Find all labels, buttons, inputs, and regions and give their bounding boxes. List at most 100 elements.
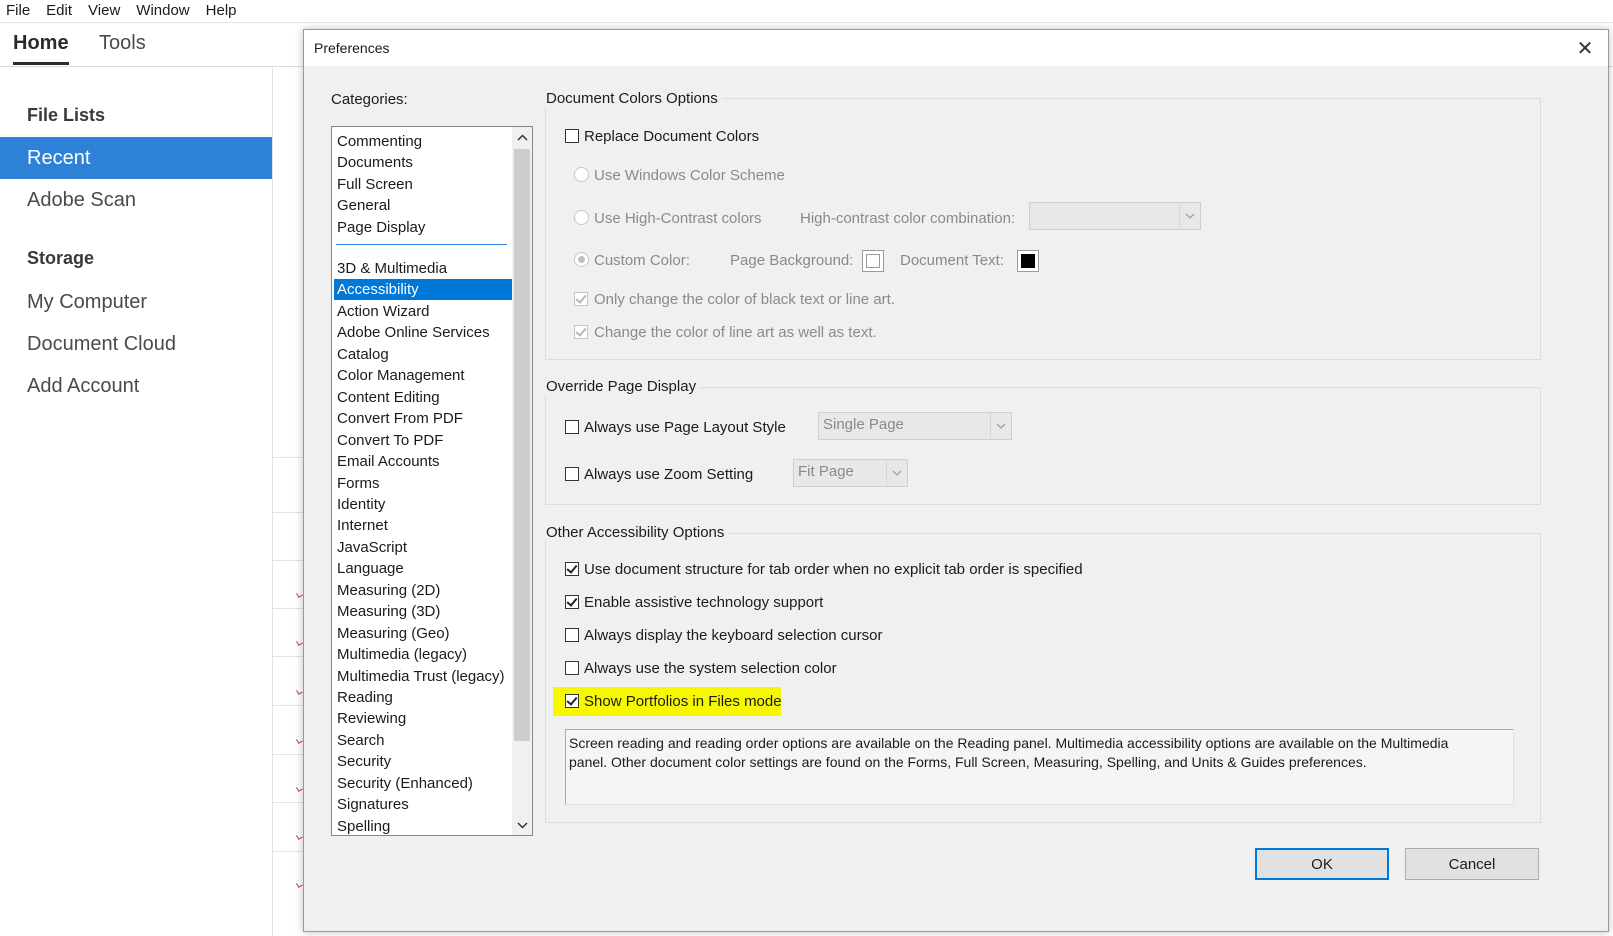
override-page-display-title: Override Page Display [542, 378, 701, 395]
category-item[interactable]: Action Wizard [334, 301, 512, 322]
sidebar-item-adobe-scan[interactable]: Adobe Scan [0, 179, 272, 221]
system-color-label: Always use the system selection color [584, 660, 837, 677]
other-accessibility-title: Other Accessibility Options [542, 524, 729, 541]
category-item[interactable]: Adobe Online Services [334, 322, 512, 343]
category-item[interactable]: Full Screen [334, 174, 512, 195]
category-item[interactable]: Spelling [334, 816, 512, 835]
preferences-dialog: Preferences ✕ Categories: Commenting Docu… [303, 29, 1609, 932]
menu-help[interactable]: Help [206, 0, 237, 22]
tab-tools[interactable]: Tools [99, 31, 146, 55]
windows-scheme-label: Use Windows Color Scheme [594, 167, 785, 184]
category-item[interactable]: Page Display [334, 217, 512, 238]
sidebar-item-add-account[interactable]: Add Account [0, 365, 272, 407]
chevron-up-icon [516, 133, 528, 141]
category-item[interactable]: Multimedia (legacy) [334, 644, 512, 665]
category-item[interactable]: Content Editing [334, 387, 512, 408]
category-item[interactable]: Measuring (3D) [334, 601, 512, 622]
high-contrast-combo-label: High-contrast color combination: [800, 210, 1016, 227]
category-item[interactable]: Identity [334, 494, 512, 515]
ok-button[interactable]: OK [1255, 848, 1389, 880]
zoom-setting-value: Fit Page [798, 463, 854, 480]
page-background-swatch[interactable] [862, 250, 884, 272]
document-colors-title: Document Colors Options [542, 90, 722, 107]
check-icon [566, 694, 578, 706]
custom-color-radio[interactable] [574, 252, 589, 267]
page-layout-combo[interactable]: Single Page [818, 412, 1012, 440]
category-item[interactable]: Reviewing [334, 708, 512, 729]
cancel-button[interactable]: Cancel [1405, 848, 1539, 880]
high-contrast-label: Use High-Contrast colors [594, 210, 762, 227]
document-text-swatch[interactable] [1017, 250, 1039, 272]
category-item[interactable]: Signatures [334, 794, 512, 815]
assistive-tech-checkbox[interactable] [565, 595, 579, 609]
divider [273, 802, 303, 803]
menu-file[interactable]: File [6, 0, 30, 22]
category-separator [336, 244, 507, 245]
page-layout-checkbox[interactable] [565, 420, 579, 434]
portfolios-checkbox[interactable] [565, 694, 579, 708]
category-item[interactable]: Security [334, 751, 512, 772]
scroll-down-arrow[interactable] [512, 815, 532, 835]
category-item[interactable]: Convert From PDF [334, 408, 512, 429]
divider [273, 656, 303, 657]
page-layout-value: Single Page [823, 416, 904, 433]
document-text-label: Document Text: [900, 252, 1004, 269]
windows-scheme-radio[interactable] [574, 167, 589, 182]
high-contrast-radio[interactable] [574, 210, 589, 225]
categories-scrollbar[interactable] [512, 127, 532, 835]
divider [273, 608, 303, 609]
tab-order-checkbox[interactable] [565, 562, 579, 576]
sidebar-item-my-computer[interactable]: My Computer [0, 281, 272, 323]
assistive-tech-label: Enable assistive technology support [584, 594, 824, 611]
category-item[interactable]: Language [334, 558, 512, 579]
zoom-setting-checkbox[interactable] [565, 467, 579, 481]
sidebar-item-document-cloud[interactable]: Document Cloud [0, 323, 272, 365]
close-button[interactable]: ✕ [1562, 30, 1608, 66]
system-color-checkbox[interactable] [565, 661, 579, 675]
category-item[interactable]: Forms [334, 473, 512, 494]
replace-colors-label: Replace Document Colors [584, 128, 760, 145]
scroll-up-arrow[interactable] [512, 127, 532, 147]
category-item[interactable]: Color Management [334, 365, 512, 386]
category-item[interactable]: Email Accounts [334, 451, 512, 472]
category-item[interactable]: Commenting [334, 131, 512, 152]
custom-color-label: Custom Color: [594, 252, 690, 269]
line-art-checkbox[interactable] [574, 325, 588, 339]
category-item[interactable]: Reading [334, 687, 512, 708]
menu-window[interactable]: Window [136, 0, 189, 22]
keyboard-cursor-checkbox[interactable] [565, 628, 579, 642]
category-item[interactable]: 3D & Multimedia [334, 258, 512, 279]
category-item[interactable]: Catalog [334, 344, 512, 365]
category-item[interactable]: Measuring (Geo) [334, 623, 512, 644]
menu-bar: File Edit View Window Help [0, 0, 1613, 23]
only-black-label: Only change the color of black text or l… [594, 291, 895, 308]
chevron-down-icon [516, 821, 528, 829]
override-page-display-group [545, 387, 1541, 505]
tab-home[interactable]: Home [13, 31, 69, 55]
category-item[interactable]: JavaScript [334, 537, 512, 558]
category-item[interactable]: Documents [334, 152, 512, 173]
scroll-thumb[interactable] [514, 149, 530, 741]
categories-list[interactable]: Commenting Documents Full Screen General Pag… [331, 126, 533, 836]
storage-heading: Storage [27, 248, 95, 268]
radio-dot [578, 256, 585, 263]
category-item[interactable]: Internet [334, 515, 512, 536]
background-content [273, 67, 303, 936]
menu-edit[interactable]: Edit [46, 0, 72, 22]
category-item[interactable]: General [334, 195, 512, 216]
menu-view[interactable]: View [88, 0, 120, 22]
zoom-setting-combo[interactable]: Fit Page [793, 459, 908, 487]
category-item[interactable]: Multimedia Trust (legacy) [334, 666, 512, 687]
sidebar-item-recent[interactable]: Recent [0, 137, 272, 179]
replace-colors-checkbox[interactable] [565, 129, 579, 143]
swatch-fill [866, 254, 880, 268]
high-contrast-combo[interactable] [1029, 202, 1201, 230]
zoom-setting-label: Always use Zoom Setting [584, 466, 754, 483]
category-item[interactable]: Measuring (2D) [334, 580, 512, 601]
category-item-selected[interactable]: Accessibility [334, 279, 512, 301]
category-item[interactable]: Security (Enhanced) [334, 773, 512, 794]
category-item[interactable]: Convert To PDF [334, 430, 512, 451]
only-black-checkbox[interactable] [574, 292, 588, 306]
category-item[interactable]: Search [334, 730, 512, 751]
line-art-label: Change the color of line art as well as … [594, 324, 877, 341]
